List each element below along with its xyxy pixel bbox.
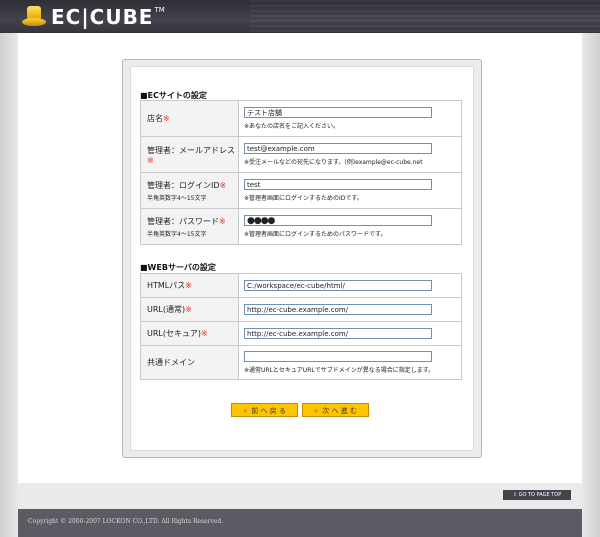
table-row: 店名※ テスト店舗 ※あなたの店名をご記入ください。: [140, 100, 462, 137]
go-to-page-top-button[interactable]: ⇧ GO TO PAGE TOP: [503, 490, 571, 500]
page: EC|CUBE TM ■ECサイトの設定 店名※ テスト店舗 ※あなたの店名をご…: [0, 0, 600, 537]
copyright: Copyright © 2000-2007 LOCKON CO.,LTD. Al…: [18, 509, 582, 537]
table-row: URL(セキュア)※ http://ec-cube.example.com/: [140, 321, 462, 346]
admin-password-note: ※管理者画面にログインするためのパスワードです。: [244, 231, 387, 238]
back-button[interactable]: «前 へ 戻 る: [231, 403, 298, 417]
admin-email-cell: test@example.com ※受注メールなどの宛先になります。(例)exa…: [238, 136, 462, 173]
admin-login-id-input[interactable]: test: [244, 179, 432, 190]
shop-name-label: 店名※: [140, 100, 239, 137]
url-normal-cell: http://ec-cube.example.com/: [238, 297, 462, 322]
logo-trademark: TM: [154, 6, 165, 14]
next-button-label: 次 へ 進 む: [322, 407, 357, 415]
logo-text: EC|CUBE: [51, 5, 154, 29]
url-secure-input[interactable]: http://ec-cube.example.com/: [244, 328, 432, 339]
url-normal-label: URL(通常)※: [140, 297, 239, 322]
table-row: 管理者：ログインID※ 半角英数字4～15文字 test ※管理者画面にログイン…: [140, 172, 462, 209]
admin-email-label: 管理者：メールアドレス ※: [140, 136, 239, 173]
up-arrow-icon: ⇧: [512, 492, 517, 498]
required-mark: ※: [219, 216, 226, 226]
admin-email-note: ※受注メールなどの宛先になります。(例)example@ec-cube.net: [244, 159, 423, 166]
url-normal-input[interactable]: http://ec-cube.example.com/: [244, 304, 432, 315]
html-path-label: HTMLパス※: [140, 273, 239, 298]
table-row: 共通ドメイン ※通常URLとセキュアURLでサブドメインが異なる場合に指定します…: [140, 345, 462, 380]
left-margin: [0, 0, 18, 537]
shop-name-input[interactable]: テスト店舗: [244, 107, 432, 118]
shop-name-cell: テスト店舗 ※あなたの店名をご記入ください。: [238, 100, 462, 137]
required-mark: ※: [185, 281, 192, 290]
double-chevron-right-icon: »: [314, 407, 319, 415]
admin-password-input[interactable]: ●●●●: [244, 215, 432, 226]
header-stripes: [250, 0, 600, 33]
admin-login-id-label: 管理者：ログインID※ 半角英数字4～15文字: [140, 172, 239, 209]
required-mark: ※: [147, 155, 154, 165]
header: EC|CUBE TM: [0, 0, 600, 33]
admin-password-label: 管理者：パスワード※ 半角英数字4～15文字: [140, 208, 239, 245]
admin-password-cell: ●●●● ※管理者画面にログインするためのパスワードです。: [238, 208, 462, 245]
html-path-cell: C:/workspace/ec-cube/html/: [238, 273, 462, 298]
admin-login-id-cell: test ※管理者画面にログインするためのIDです。: [238, 172, 462, 209]
common-domain-label: 共通ドメイン: [140, 345, 239, 380]
logo: EC|CUBE TM: [22, 4, 165, 30]
table-row: 管理者：メールアドレス ※ test@example.com ※受注メールなどの宛…: [140, 136, 462, 173]
double-chevron-left-icon: «: [243, 407, 248, 415]
admin-login-id-hint: 半角英数字4～15文字: [147, 194, 207, 202]
required-mark: ※: [163, 114, 170, 123]
table-row: 管理者：パスワード※ 半角英数字4～15文字 ●●●● ※管理者画面にログインす…: [140, 208, 462, 245]
common-domain-note: ※通常URLとセキュアURLでサブドメインが異なる場合に指定します。: [244, 367, 435, 374]
admin-email-input[interactable]: test@example.com: [244, 143, 432, 154]
shop-name-note: ※あなたの店名をご記入ください。: [244, 123, 340, 130]
web-section-title: ■WEBサーバの設定: [140, 263, 216, 272]
table-row: HTMLパス※ C:/workspace/ec-cube/html/: [140, 273, 462, 298]
required-mark: ※: [219, 180, 227, 190]
html-path-input[interactable]: C:/workspace/ec-cube/html/: [244, 280, 432, 291]
shop-settings-table: 店名※ テスト店舗 ※あなたの店名をご記入ください。 管理者：メールアドレス ※ …: [140, 100, 462, 245]
table-row: URL(通常)※ http://ec-cube.example.com/: [140, 297, 462, 322]
footer-band: [18, 483, 582, 509]
admin-login-id-note: ※管理者画面にログインするためのIDです。: [244, 195, 363, 202]
web-settings-table: HTMLパス※ C:/workspace/ec-cube/html/ URL(通…: [140, 273, 462, 380]
hat-logo-icon: [22, 6, 46, 28]
right-margin: [582, 0, 600, 537]
url-secure-label: URL(セキュア)※: [140, 321, 239, 346]
common-domain-input[interactable]: [244, 351, 432, 362]
common-domain-cell: ※通常URLとセキュアURLでサブドメインが異なる場合に指定します。: [238, 345, 462, 380]
required-mark: ※: [185, 305, 192, 314]
required-mark: ※: [200, 329, 208, 338]
go-to-page-top-label: GO TO PAGE TOP: [518, 492, 562, 498]
url-secure-cell: http://ec-cube.example.com/: [238, 321, 462, 346]
admin-password-hint: 半角英数字4～15文字: [147, 230, 207, 238]
next-button[interactable]: » 次 へ 進 む: [302, 403, 369, 417]
back-button-label: 前 へ 戻 る: [251, 407, 286, 415]
